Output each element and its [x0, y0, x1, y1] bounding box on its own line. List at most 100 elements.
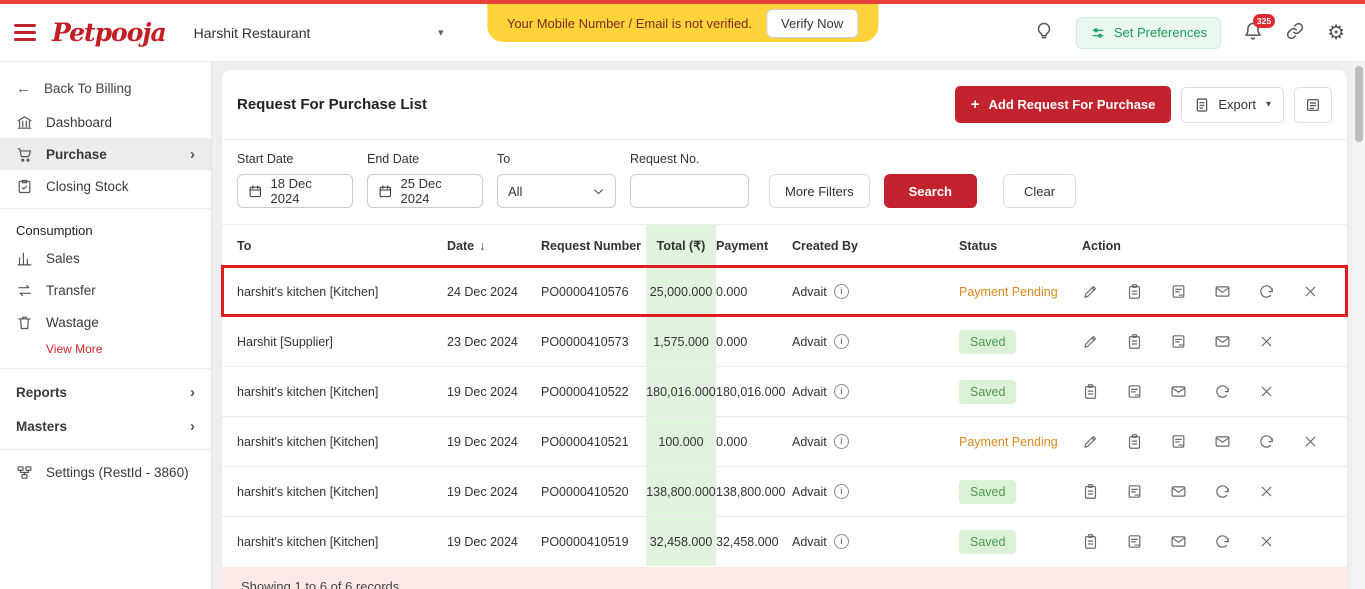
copy-icon[interactable] [1082, 483, 1099, 500]
chevron-down-icon: ▾ [438, 27, 444, 39]
copy-icon[interactable] [1126, 433, 1143, 450]
sidebar-item-purchase[interactable]: Purchase › [0, 138, 211, 170]
row-total: 138,800.000 [646, 467, 716, 516]
sidebar-item-masters[interactable]: Masters › [0, 409, 211, 443]
vertical-scrollbar[interactable] [1353, 62, 1365, 589]
row-created-by: Advait i [792, 517, 959, 566]
row-created-by: Advait i [792, 467, 959, 516]
cycle-icon[interactable] [1258, 433, 1275, 450]
info-icon[interactable]: i [833, 534, 849, 549]
edit-icon[interactable] [1082, 333, 1099, 350]
topbar: Petpooja Harshit Restaurant ▾ Your Mobil… [0, 4, 1365, 62]
mail-icon[interactable] [1170, 533, 1187, 550]
edit-icon[interactable] [1082, 283, 1099, 300]
page-title: Request For Purchase List [237, 96, 428, 113]
note-icon[interactable] [1126, 483, 1143, 500]
sidebar-item-settings[interactable]: Settings (RestId - 3860) [0, 456, 211, 488]
info-icon[interactable]: i [833, 284, 849, 299]
scrollbar-thumb[interactable] [1355, 66, 1363, 142]
mail-icon[interactable] [1214, 433, 1231, 450]
cycle-icon[interactable] [1214, 533, 1231, 550]
status-badge: Saved [959, 329, 1017, 354]
sidebar-item-sales[interactable]: Sales [0, 242, 211, 274]
sidebar-item-wastage[interactable]: Wastage [0, 306, 211, 338]
info-icon[interactable]: i [833, 484, 849, 499]
row-request-number: PO0000410576 [541, 284, 629, 299]
close-icon[interactable] [1258, 483, 1275, 500]
sidebar-item-transfer[interactable]: Transfer [0, 274, 211, 306]
info-icon[interactable]: i [833, 434, 849, 449]
gear-icon[interactable]: ⚙ [1327, 23, 1345, 43]
table-body: harshit's kitchen [Kitchen] 24 Dec 2024 PO… [221, 265, 1348, 566]
header-actions: + Add Request For Purchase Export ▾ [954, 86, 1332, 123]
sidebar: ← Back To Billing Dashboard Purchase › C… [0, 62, 212, 589]
hamburger-menu-icon[interactable] [14, 24, 36, 41]
cycle-icon[interactable] [1214, 383, 1231, 400]
clear-button[interactable]: Clear [1003, 174, 1077, 208]
mail-icon[interactable] [1214, 283, 1231, 300]
row-request-number: PO0000410573 [541, 334, 629, 349]
notifications-bell-icon[interactable]: 325 [1243, 14, 1276, 44]
mail-icon[interactable] [1214, 333, 1231, 350]
cycle-icon[interactable] [1258, 283, 1275, 300]
row-actions [1074, 517, 1332, 566]
row-payment: 138,800.000 [716, 484, 786, 499]
end-date-input[interactable]: 25 Dec 2024 [367, 174, 483, 208]
search-button[interactable]: Search [883, 174, 977, 208]
close-icon[interactable] [1258, 533, 1275, 550]
copy-icon[interactable] [1126, 333, 1143, 350]
info-icon[interactable]: i [833, 384, 849, 399]
col-to: To [237, 238, 252, 253]
to-select[interactable]: All [497, 174, 616, 208]
note-icon[interactable] [1126, 533, 1143, 550]
row-status: Saved [959, 317, 1074, 366]
back-to-billing[interactable]: ← Back To Billing [0, 70, 211, 106]
cycle-icon[interactable] [1214, 483, 1231, 500]
close-icon[interactable] [1302, 433, 1319, 450]
topbar-left: Petpooja Harshit Restaurant ▾ [0, 18, 444, 47]
row-date: 23 Dec 2024 [447, 334, 518, 349]
close-icon[interactable] [1302, 283, 1319, 300]
mail-icon[interactable] [1170, 483, 1187, 500]
restaurant-selector[interactable]: Harshit Restaurant ▾ [194, 25, 444, 41]
info-icon[interactable]: i [833, 334, 849, 349]
request-no-input[interactable] [630, 174, 749, 208]
close-icon[interactable] [1258, 333, 1275, 350]
add-request-for-purchase-button[interactable]: + Add Request For Purchase [954, 86, 1172, 123]
petpooja-logo[interactable]: Petpooja [52, 18, 167, 47]
note-icon[interactable] [1170, 433, 1187, 450]
mail-icon[interactable] [1170, 383, 1187, 400]
chevron-right-icon: › [190, 383, 195, 401]
note-icon[interactable] [1170, 333, 1187, 350]
sidebar-item-closing-stock[interactable]: Closing Stock [0, 170, 211, 202]
copy-icon[interactable] [1082, 533, 1099, 550]
row-total: 1,575.000 [646, 317, 716, 366]
start-date-input[interactable]: 18 Dec 2024 [237, 174, 353, 208]
table-row: harshit's kitchen [Kitchen] 19 Dec 2024 PO… [222, 366, 1347, 416]
bulk-download-button[interactable] [1294, 86, 1332, 123]
verify-now-button[interactable]: Verify Now [766, 8, 859, 38]
copy-icon[interactable] [1126, 283, 1143, 300]
col-date[interactable]: Date ↓ [447, 225, 541, 266]
edit-icon[interactable] [1082, 433, 1099, 450]
link-icon[interactable] [1285, 21, 1305, 44]
verification-message: Your Mobile Number / Email is not verifi… [506, 15, 753, 31]
copy-icon[interactable] [1082, 383, 1099, 400]
row-created-by: Advait i [792, 317, 959, 366]
export-button[interactable]: Export ▾ [1181, 86, 1284, 123]
note-icon[interactable] [1126, 383, 1143, 400]
sidebar-item-dashboard[interactable]: Dashboard [0, 106, 211, 138]
row-to: harshit's kitchen [Kitchen] [237, 284, 379, 299]
row-date: 19 Dec 2024 [447, 484, 518, 499]
row-status: Saved [959, 467, 1074, 516]
sidebar-item-reports[interactable]: Reports › [0, 375, 211, 409]
more-filters-button[interactable]: More Filters [769, 174, 870, 208]
transfer-arrows-icon [18, 284, 31, 296]
whats-new-bulb-icon[interactable] [1034, 21, 1054, 44]
restaurant-name: Harshit Restaurant [193, 24, 311, 41]
set-preferences-button[interactable]: Set Preferences [1075, 16, 1222, 49]
view-more-link[interactable]: View More [0, 338, 211, 362]
close-icon[interactable] [1258, 383, 1275, 400]
note-icon[interactable] [1170, 283, 1187, 300]
back-arrow-icon: ← [16, 79, 31, 97]
